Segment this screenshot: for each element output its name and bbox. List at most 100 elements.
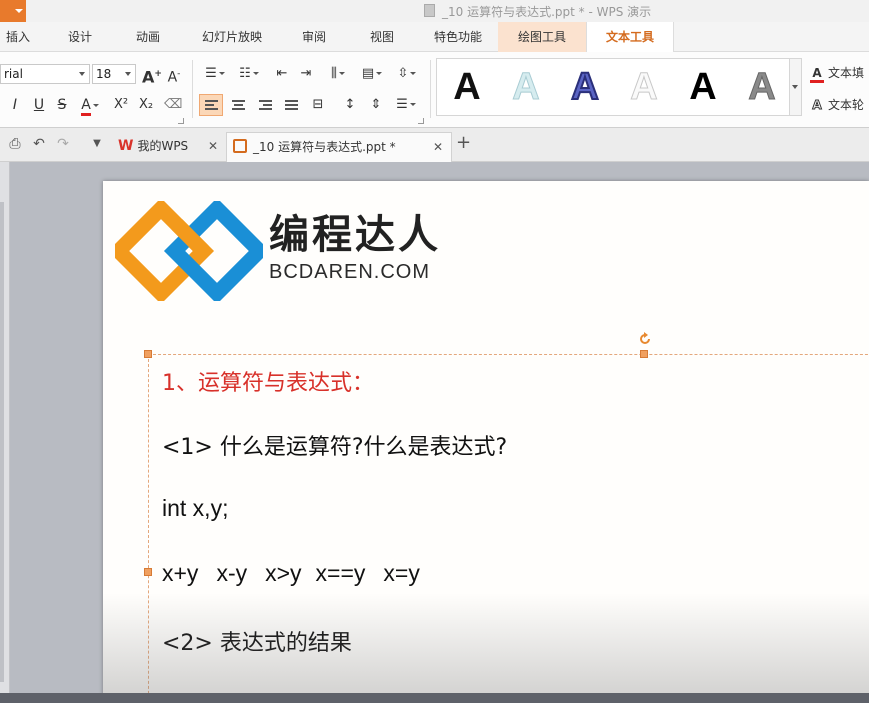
quick-access-dropdown-icon[interactable]: ▼ bbox=[88, 135, 106, 153]
slide-expressions: x+y x-y x>y x==y x=y bbox=[162, 560, 438, 587]
strikethrough-button[interactable]: S bbox=[55, 94, 69, 116]
bullets-icon[interactable]: ☰ bbox=[200, 63, 230, 85]
resize-handle-top-left[interactable] bbox=[144, 350, 152, 358]
superscript-button[interactable]: X² bbox=[110, 94, 132, 116]
expression-item: x+y bbox=[162, 560, 199, 586]
expression-item: x==y bbox=[315, 560, 366, 586]
align-right-icon bbox=[259, 100, 272, 112]
selected-text-box[interactable]: 1、运算符与表达式： <1> 什么是运算符?什么是表达式? int x,y; x… bbox=[144, 350, 869, 703]
tab-special-features[interactable]: 特色功能 bbox=[420, 22, 496, 52]
tab-my-wps[interactable]: W 我的WPS ✕ bbox=[112, 132, 224, 162]
underline-button[interactable]: U bbox=[32, 94, 46, 116]
increase-indent-icon[interactable]: ⇥ bbox=[296, 63, 316, 85]
font-color-label: A bbox=[81, 97, 91, 116]
redo-icon[interactable]: ↷ bbox=[54, 135, 72, 153]
tab-my-wps-label: 我的WPS bbox=[137, 139, 189, 153]
line-spacing-icon[interactable]: ↕ bbox=[339, 94, 361, 116]
wordart-style-black-bold[interactable]: A bbox=[675, 65, 731, 109]
tab-animation[interactable]: 动画 bbox=[124, 22, 172, 52]
tab-review[interactable]: 审阅 bbox=[290, 22, 338, 52]
font-size-value: 18 bbox=[96, 67, 112, 81]
paragraph-spacing-icon[interactable]: ⇕ bbox=[365, 94, 387, 116]
wordart-style-white-outline[interactable]: A bbox=[616, 65, 672, 109]
slide-declaration: int x,y; bbox=[162, 495, 229, 521]
app-menu-button[interactable] bbox=[0, 0, 26, 22]
close-icon[interactable]: ✕ bbox=[433, 133, 443, 161]
text-align-vertical-icon[interactable]: ⇳ bbox=[392, 63, 422, 85]
resize-handle-top-center[interactable] bbox=[640, 350, 648, 358]
shrink-font-label: A bbox=[167, 69, 178, 86]
slide-question-1: <1> 什么是运算符?什么是表达式? bbox=[162, 435, 508, 460]
presentation-file-icon bbox=[233, 139, 247, 153]
menu-bar: 插入 设计 动画 幻灯片放映 审阅 视图 特色功能 绘图工具 文本工具 bbox=[0, 22, 869, 53]
text-fill-button[interactable]: A 文本填 bbox=[810, 64, 864, 83]
tab-text-tools[interactable]: 文本工具 bbox=[586, 22, 674, 53]
tab-drawing-tools[interactable]: 绘图工具 bbox=[498, 22, 586, 52]
title-bar: _10 运算符与表达式.ppt * - WPS 演示 bbox=[0, 0, 869, 22]
text-outline-button[interactable]: A 文本轮 bbox=[810, 96, 864, 113]
logo-title: 编程达人 bbox=[269, 212, 441, 258]
subscript-button[interactable]: X₂ bbox=[135, 94, 157, 116]
align-center-button[interactable] bbox=[228, 94, 250, 116]
rotate-handle-icon[interactable] bbox=[637, 331, 653, 347]
logo-subtitle: BCDAREN.COM bbox=[269, 261, 431, 283]
justify-button[interactable] bbox=[281, 94, 303, 116]
distribute-icon[interactable]: ⊟ bbox=[307, 94, 329, 116]
align-center-icon bbox=[232, 100, 245, 112]
expression-item: x>y bbox=[265, 560, 302, 586]
gallery-expand-button[interactable] bbox=[790, 58, 802, 116]
slide-question-2: <2> 表达式的结果 bbox=[162, 631, 352, 656]
text-fill-label: 文本填 bbox=[828, 66, 865, 80]
tab-current-document[interactable]: _10 运算符与表达式.ppt * ✕ bbox=[226, 132, 452, 162]
new-tab-icon[interactable]: + bbox=[456, 132, 471, 153]
paragraph-dialog-launcher[interactable] bbox=[418, 118, 424, 124]
bcdaren-logo-icon bbox=[115, 201, 263, 301]
decrease-indent-icon[interactable]: ⇤ bbox=[272, 63, 292, 85]
font-name-value: rial bbox=[4, 67, 23, 81]
document-icon bbox=[424, 4, 435, 17]
print-preview-icon[interactable]: ⎙ bbox=[6, 135, 24, 153]
shrink-font-button[interactable]: A- bbox=[165, 63, 183, 86]
grow-font-label: A bbox=[142, 67, 155, 87]
font-color-button[interactable]: A bbox=[78, 94, 102, 116]
ribbon-separator bbox=[430, 60, 431, 118]
italic-button[interactable]: I bbox=[8, 94, 22, 116]
text-outline-label: 文本轮 bbox=[828, 98, 865, 112]
horizontal-scrollbar[interactable] bbox=[0, 693, 869, 703]
text-fill-icon: A bbox=[810, 66, 824, 83]
tab-design[interactable]: 设计 bbox=[56, 22, 104, 52]
paragraph-settings-icon[interactable]: ☰ bbox=[391, 94, 421, 116]
slide-canvas[interactable]: 编程达人 BCDAREN.COM 1、运算符与表达式： <1> 什么是运算符?什… bbox=[103, 181, 869, 703]
slide-heading: 1、运算符与表达式： bbox=[162, 371, 374, 396]
clear-format-icon[interactable]: ⌫ bbox=[164, 94, 182, 116]
font-size-select[interactable]: 18 bbox=[92, 64, 136, 84]
text-direction-icon[interactable]: ⫼ bbox=[323, 63, 353, 85]
wps-logo-icon: W bbox=[118, 138, 134, 154]
tab-view[interactable]: 视图 bbox=[358, 22, 406, 52]
align-right-button[interactable] bbox=[255, 94, 277, 116]
numbering-icon[interactable]: ☷ bbox=[234, 63, 264, 85]
text-outline-icon: A bbox=[812, 98, 822, 113]
wordart-style-light-teal[interactable]: A bbox=[498, 65, 554, 109]
wordart-style-black-solid[interactable]: A bbox=[439, 65, 495, 109]
font-name-select[interactable]: rial bbox=[0, 64, 90, 84]
grow-font-button[interactable]: A+ bbox=[142, 63, 162, 87]
resize-handle-middle-left[interactable] bbox=[144, 568, 152, 576]
wordart-style-blue-outline[interactable]: A bbox=[557, 65, 613, 109]
justify-icon bbox=[285, 100, 298, 112]
columns-icon[interactable]: ▤ bbox=[357, 63, 387, 85]
wordart-style-grey-gradient[interactable]: A bbox=[734, 65, 790, 109]
tab-insert[interactable]: 插入 bbox=[0, 22, 36, 52]
ribbon-separator bbox=[192, 60, 193, 118]
font-dialog-launcher[interactable] bbox=[178, 118, 184, 124]
tab-current-document-label: _10 运算符与表达式.ppt * bbox=[253, 140, 396, 154]
align-left-button[interactable] bbox=[199, 94, 223, 116]
ribbon: rial 18 A+ A- I U S A X² X₂ ⌫ ☰ ☷ ⇤ ⇥ ⫼ … bbox=[0, 52, 869, 128]
window-title: _10 运算符与表达式.ppt * - WPS 演示 bbox=[442, 5, 652, 19]
wordart-gallery: A A A A A A bbox=[436, 58, 790, 116]
close-icon[interactable]: ✕ bbox=[208, 132, 218, 160]
undo-icon[interactable]: ↶ bbox=[30, 135, 48, 153]
document-tab-bar: ⎙ ↶ ↷ ▼ W 我的WPS ✕ _10 运算符与表达式.ppt * ✕ + bbox=[0, 128, 869, 162]
slide-thumbnail-panel[interactable] bbox=[0, 162, 10, 703]
tab-slideshow[interactable]: 幻灯片放映 bbox=[188, 22, 276, 52]
